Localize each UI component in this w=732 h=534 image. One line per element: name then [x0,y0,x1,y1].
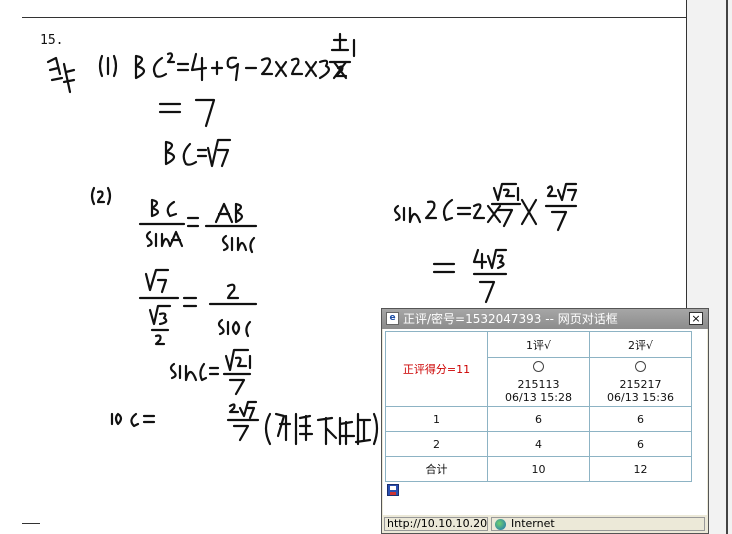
reviewer-2-header: 2评√ [589,330,692,359]
ie-icon: e [386,312,399,325]
reviewer-2-info: 215217 06/13 15:36 [589,357,692,407]
globe-icon [495,519,506,530]
zone-label: Internet [511,517,555,530]
score-table: 正评得分=11 1评√ 2评√ 215113 06/13 15:28 21521… [385,330,692,482]
reviewer-1-time: 06/13 15:28 [505,390,572,404]
dialog-titlebar[interactable]: e 正评/密号=1532047393 -- 网页对话框 × [382,309,708,329]
save-icon[interactable] [387,484,399,496]
row-label: 合计 [385,456,488,482]
score-cell: 6 [589,431,692,457]
table-row: 2 4 6 [385,431,692,457]
score-cell: 12 [589,456,692,482]
dialog-title: 正评/密号=1532047393 -- 网页对话框 [403,312,618,326]
score-cell: 4 [487,431,590,457]
reviewer-1-radio[interactable] [533,360,544,372]
reviewer-1-id: 215113 [517,377,560,391]
status-url: http://10.10.10.20:7 [384,517,488,531]
table-row: 1 6 6 [385,406,692,432]
reviewer-1-info: 215113 06/13 15:28 [487,357,590,407]
score-cell: 6 [487,406,590,432]
table-row: 合计 10 12 [385,456,692,482]
status-bar: http://10.10.10.20:7 Internet [383,515,707,533]
review-dialog: e 正评/密号=1532047393 -- 网页对话框 × 正评得分=11 1评… [381,308,709,534]
close-button[interactable]: × [689,312,703,325]
score-cell: 6 [589,406,692,432]
dialog-content: 正评得分=11 1评√ 2评√ 215113 06/13 15:28 21521… [383,329,707,515]
total-score-label: 正评得分=11 [402,363,471,376]
row-label: 1 [385,406,488,432]
security-zone: Internet [491,517,705,531]
score-cell: 10 [487,456,590,482]
reviewer-2-time: 06/13 15:36 [607,390,674,404]
score-label-cell: 正评得分=11 [385,331,488,407]
row-label: 2 [385,431,488,457]
reviewer-1-header: 1评√ [487,330,590,359]
reviewer-2-id: 215217 [619,377,662,391]
reviewer-2-radio[interactable] [635,360,646,372]
